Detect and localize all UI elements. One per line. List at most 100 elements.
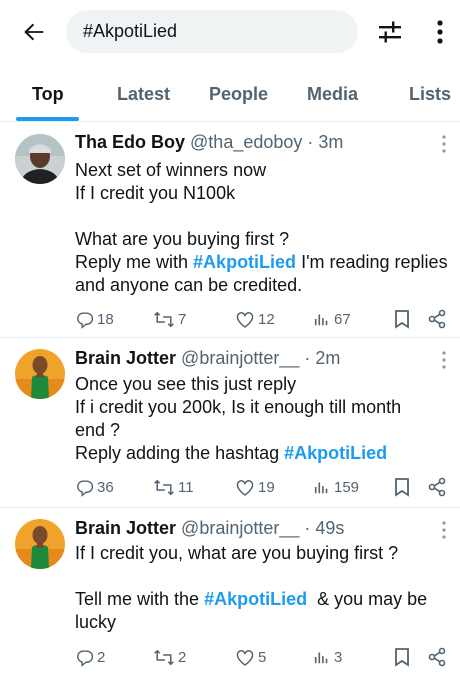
author-handle[interactable]: @brainjotter__ [181, 518, 299, 538]
bookmark-icon[interactable] [393, 644, 414, 670]
search-query[interactable]: #AkpotiLied [83, 21, 177, 42]
like-button[interactable]: 5 [235, 644, 266, 670]
hashtag-link[interactable]: #AkpotiLied [204, 589, 307, 609]
hashtag-link[interactable]: #AkpotiLied [193, 252, 296, 272]
like-count: 5 [258, 648, 267, 666]
like-count: 19 [258, 478, 275, 496]
tweet-line: end ? [75, 420, 121, 440]
tab-bar: Top Latest People Media Lists [0, 64, 460, 122]
tweet-header: Tha Edo Boy @tha_edoboy · 3m [75, 132, 343, 153]
tab-lists[interactable]: Lists [409, 84, 451, 105]
tweet-header: Brain Jotter @brainjotter__ · 49s [75, 518, 344, 539]
like-count: 12 [258, 310, 275, 328]
avatar[interactable] [15, 134, 65, 184]
like-icon [236, 311, 254, 328]
more-vertical-icon[interactable] [430, 18, 450, 46]
repost-count: 11 [178, 478, 194, 496]
reply-icon [77, 311, 94, 329]
tweet-line: lucky [75, 612, 117, 632]
views-button[interactable]: 67 [313, 306, 351, 332]
tab-top[interactable]: Top [32, 84, 64, 105]
tweet-text-segment: & you may be [307, 589, 428, 609]
tweet-text-segment: Reply me with [75, 252, 194, 272]
repost-icon [154, 649, 174, 665]
repost-button[interactable]: 7 [153, 306, 186, 332]
like-icon [236, 479, 254, 496]
avatar[interactable] [15, 519, 65, 569]
tweet-line: Once you see this just reply [75, 374, 297, 394]
tweet-line: Reply me with #AkpotiLied I'm reading re… [75, 251, 448, 274]
filter-sliders-icon[interactable] [376, 18, 404, 46]
tweet-line: If i credit you 200k, Is it enough till … [75, 397, 402, 417]
tweet-text-segment: Reply adding the hashtag [75, 443, 285, 463]
tweet-actions: 18 7 12 67 [75, 306, 455, 332]
back-arrow-icon[interactable] [20, 18, 48, 46]
views-count: 3 [334, 648, 343, 666]
tweet-line: If I credit you, what are you buying fir… [75, 543, 399, 563]
repost-icon [154, 311, 174, 327]
tweet-more-icon[interactable] [438, 350, 450, 370]
views-count: 67 [334, 310, 351, 328]
tweet-text: If I credit you, what are you buying fir… [75, 542, 445, 634]
tab-latest[interactable]: Latest [117, 84, 170, 105]
author-name[interactable]: Brain Jotter [75, 518, 176, 538]
tweet-actions: 2 2 5 3 [75, 644, 455, 670]
tweet-more-icon[interactable] [438, 520, 450, 540]
reply-button[interactable]: 18 [75, 306, 114, 332]
tweet-line: and anyone can be credited. [75, 275, 303, 295]
views-icon [314, 314, 328, 326]
like-button[interactable]: 12 [235, 306, 275, 332]
bookmark-icon[interactable] [393, 306, 414, 332]
reply-button[interactable]: 36 [75, 474, 114, 500]
author-name[interactable]: Brain Jotter [75, 348, 176, 368]
reply-count: 18 [97, 310, 114, 328]
timestamp[interactable]: · 2m [304, 348, 340, 368]
top-bar: #AkpotiLied [0, 0, 460, 64]
repost-button[interactable]: 11 [153, 474, 194, 500]
tweet-line: If I credit you N100k [75, 183, 236, 203]
tweet-text: Once you see this just reply If i credit… [75, 373, 445, 465]
search-input[interactable]: #AkpotiLied [66, 10, 358, 53]
timestamp[interactable]: · 49s [304, 518, 344, 538]
tweet-actions: 36 11 19 159 [75, 474, 455, 500]
avatar[interactable] [15, 349, 65, 399]
tweet-line: Tell me with the #AkpotiLied & you may b… [75, 588, 445, 611]
tweet-line: What are you buying first ? [75, 229, 290, 249]
views-button[interactable]: 159 [313, 474, 359, 500]
tab-people[interactable]: People [209, 84, 268, 105]
views-count: 159 [334, 478, 360, 496]
author-handle[interactable]: @tha_edoboy [190, 132, 302, 152]
tweet-3[interactable]: Brain Jotter @brainjotter__ · 49s If I c… [0, 508, 460, 680]
like-button[interactable]: 19 [235, 474, 275, 500]
bookmark-icon[interactable] [393, 474, 414, 500]
views-icon [314, 652, 328, 664]
share-icon[interactable] [427, 474, 450, 500]
tweet-more-icon[interactable] [438, 134, 450, 154]
share-icon[interactable] [427, 644, 450, 670]
share-icon[interactable] [427, 306, 450, 332]
tweet-text-segment: I'm reading replies [296, 252, 448, 272]
active-tab-indicator [16, 117, 79, 121]
hashtag-link[interactable]: #AkpotiLied [284, 443, 387, 463]
tweet-2[interactable]: Brain Jotter @brainjotter__ · 2m Once yo… [0, 338, 460, 508]
views-button[interactable]: 3 [313, 644, 342, 670]
tweet-1[interactable]: Tha Edo Boy @tha_edoboy · 3m Next set of… [0, 122, 460, 338]
reply-icon [77, 479, 94, 497]
reply-count: 2 [97, 648, 106, 666]
repost-button[interactable]: 2 [153, 644, 186, 670]
author-handle[interactable]: @brainjotter__ [181, 348, 299, 368]
reply-button[interactable]: 2 [75, 644, 105, 670]
tweet-line: Next set of winners now [75, 160, 267, 180]
author-name[interactable]: Tha Edo Boy [75, 132, 185, 152]
timestamp[interactable]: · 3m [307, 132, 343, 152]
tweet-line: Reply adding the hashtag #AkpotiLied [75, 442, 445, 465]
tweet-text: Next set of winners now If I credit you … [75, 159, 448, 297]
repost-count: 2 [178, 648, 187, 666]
like-icon [236, 649, 254, 666]
tweet-header: Brain Jotter @brainjotter__ · 2m [75, 348, 340, 369]
reply-count: 36 [97, 478, 114, 496]
tab-media[interactable]: Media [307, 84, 358, 105]
repost-icon [154, 479, 174, 495]
